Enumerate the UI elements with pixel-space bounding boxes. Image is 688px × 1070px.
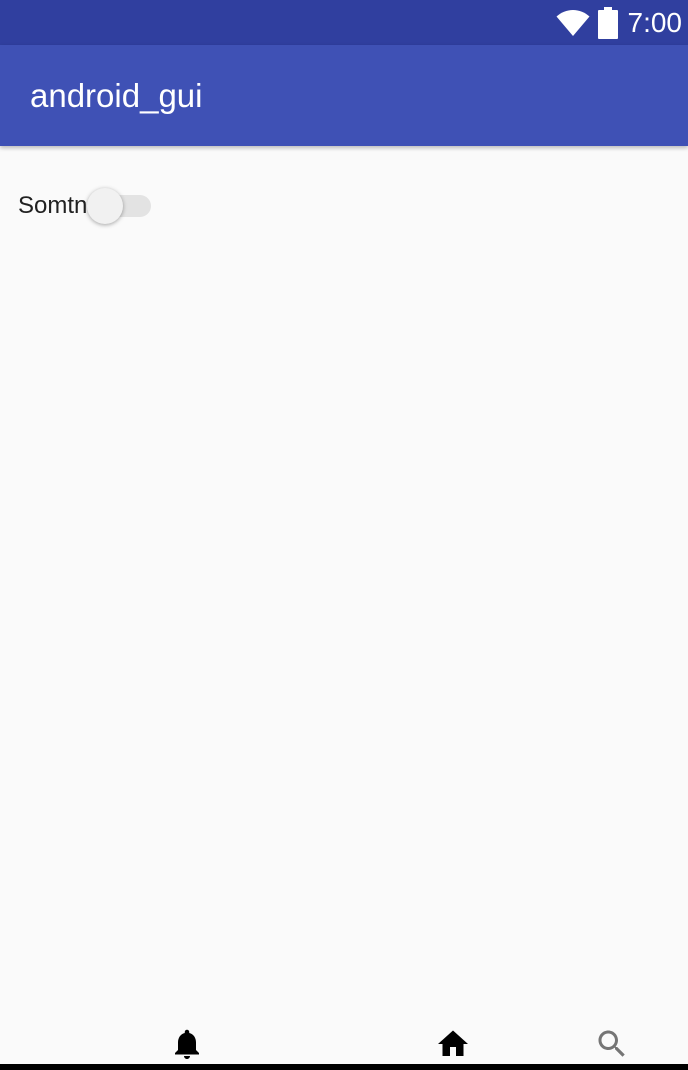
status-time: 7:00 — [627, 7, 683, 38]
nav-home[interactable] — [433, 1024, 473, 1064]
app-title: android_gui — [30, 77, 203, 114]
search-icon — [598, 1030, 625, 1057]
nav-notifications[interactable] — [167, 1024, 207, 1064]
switch-label: Somtn — [18, 192, 88, 219]
wifi-icon — [556, 9, 589, 36]
home-icon — [438, 1030, 468, 1056]
status-bar: 7:00 — [0, 0, 688, 45]
app-bar: android_gui — [0, 45, 688, 146]
switch-row[interactable]: Somtn — [18, 188, 153, 224]
switch-thumb[interactable] — [87, 188, 124, 224]
app-screen: 7:00 android_gui Somtn — [0, 0, 688, 1070]
bottom-edge — [0, 1064, 688, 1070]
toggle-switch[interactable] — [87, 188, 153, 224]
bell-icon — [175, 1029, 199, 1059]
status-icons: 7:00 — [556, 0, 683, 45]
battery-icon — [597, 6, 618, 39]
main-content: Somtn — [0, 146, 688, 1016]
nav-search[interactable] — [592, 1024, 632, 1064]
bottom-navigation — [0, 1016, 688, 1064]
